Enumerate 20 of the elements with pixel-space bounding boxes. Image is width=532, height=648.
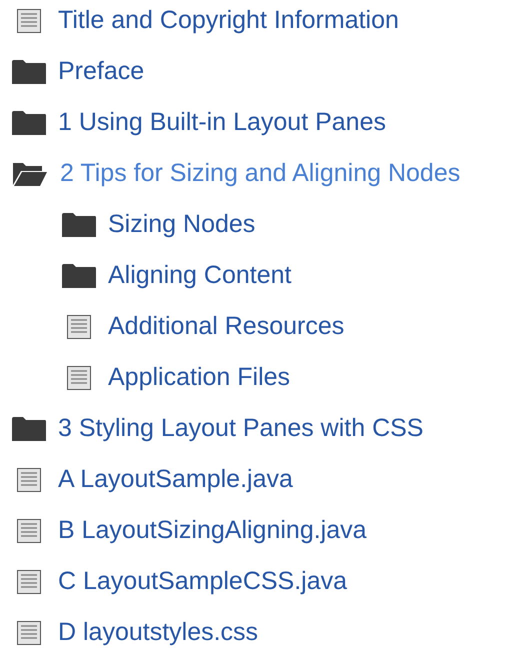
tree-item-link[interactable]: C LayoutSampleCSS.java — [58, 569, 348, 594]
tree-item-link[interactable]: A LayoutSample.java — [58, 467, 293, 492]
tree-item-link[interactable]: D layoutstyles.css — [58, 620, 258, 645]
tree-item-link[interactable]: Aligning Content — [108, 263, 292, 288]
document-icon — [17, 518, 41, 542]
document-icon — [17, 620, 41, 644]
tree-item-link[interactable]: Title and Copyright Information — [58, 8, 399, 33]
tree-item-link[interactable]: 1 Using Built-in Layout Panes — [58, 110, 386, 135]
tree-item-link[interactable]: Preface — [58, 59, 144, 84]
document-icon — [17, 570, 41, 594]
tree-item-link[interactable]: Sizing Nodes — [108, 212, 256, 237]
document-icon — [17, 8, 41, 32]
tree-item-link[interactable]: 3 Styling Layout Panes with CSS — [58, 416, 424, 441]
tree-item-link[interactable]: B LayoutSizingAligning.java — [58, 518, 367, 543]
tree-item-link[interactable]: 2 Tips for Sizing and Aligning Nodes — [60, 161, 460, 186]
document-icon — [67, 366, 91, 390]
document-icon — [67, 314, 91, 338]
document-icon — [17, 468, 41, 492]
tree-item-link[interactable]: Application Files — [108, 365, 290, 390]
tree-item-link[interactable]: Additional Resources — [108, 314, 344, 339]
